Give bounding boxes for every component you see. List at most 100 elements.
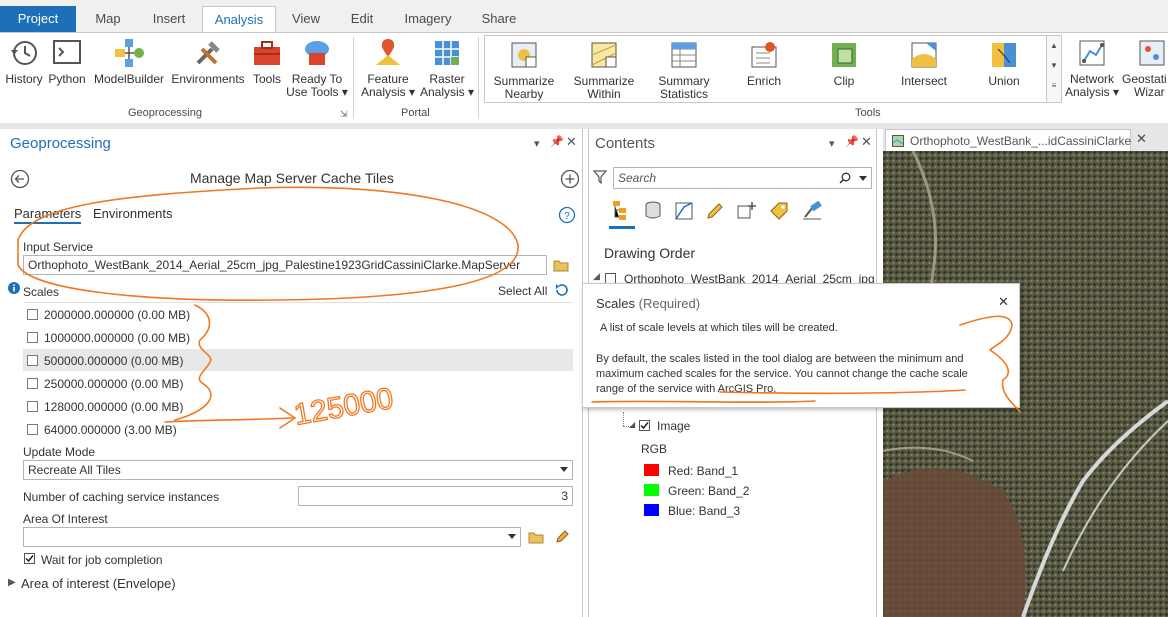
tab-environments[interactable]: Environments bbox=[93, 206, 172, 221]
list-by-selection-icon[interactable] bbox=[674, 201, 694, 221]
union-button[interactable]: Union bbox=[972, 39, 1036, 88]
summary-statistics-icon bbox=[671, 42, 697, 68]
geostatistical-wizard-button[interactable]: Geostati Wizar bbox=[1122, 37, 1168, 99]
tooltip-text: By default, the scales listed in the too… bbox=[596, 353, 964, 365]
list-item[interactable]: 64000.000000 (3.00 MB) bbox=[23, 418, 573, 441]
ready-to-use-tools-button[interactable]: Ready To Use Tools ▾ bbox=[286, 37, 348, 99]
image-sublayer-label[interactable]: Image bbox=[657, 419, 690, 433]
summarize-within-button[interactable]: Summarize Within bbox=[572, 39, 636, 101]
instances-input[interactable]: 3 bbox=[298, 486, 573, 506]
list-item[interactable]: 2000000.000000 (0.00 MB) bbox=[23, 303, 573, 326]
pane-menu-icon[interactable]: ▾ bbox=[829, 137, 835, 150]
scale-checkbox[interactable] bbox=[27, 424, 38, 435]
scroll-down-icon[interactable]: ▼ bbox=[1047, 56, 1061, 76]
gallery-scrollbar[interactable]: ▲ ▼ ≡ bbox=[1046, 35, 1062, 103]
close-icon[interactable]: ✕ bbox=[861, 134, 872, 150]
green-band-swatch[interactable] bbox=[644, 484, 659, 496]
help-icon[interactable]: ? bbox=[558, 206, 576, 224]
list-by-drawing-order-icon[interactable] bbox=[611, 199, 631, 221]
clip-icon bbox=[832, 43, 856, 67]
add-icon[interactable] bbox=[560, 169, 580, 189]
browse-folder-icon[interactable] bbox=[528, 530, 544, 544]
enrich-icon bbox=[751, 42, 777, 68]
list-item[interactable]: 500000.000000 (0.00 MB) bbox=[23, 349, 573, 372]
list-by-editing-icon[interactable] bbox=[705, 201, 725, 221]
pane-menu-icon[interactable]: ▾ bbox=[534, 137, 540, 150]
gallery-expand-icon[interactable]: ≡ bbox=[1047, 76, 1061, 96]
list-by-labeling-icon[interactable] bbox=[769, 201, 791, 221]
scale-checkbox[interactable] bbox=[27, 378, 38, 389]
contents-search-input[interactable]: Search bbox=[613, 167, 872, 189]
tab-analysis[interactable]: Analysis bbox=[202, 6, 276, 32]
map-tab-title: Orthophoto_WestBank_...idCassiniClarke bbox=[910, 134, 1132, 148]
tab-map[interactable]: Map bbox=[86, 6, 130, 32]
close-icon[interactable]: ✕ bbox=[566, 134, 577, 150]
browse-folder-icon[interactable] bbox=[553, 258, 569, 272]
input-service-field[interactable]: Orthophoto_WestBank_2014_Aerial_25cm_jpg… bbox=[23, 255, 547, 275]
image-visibility-checkbox[interactable] bbox=[639, 420, 650, 431]
scale-checkbox[interactable] bbox=[27, 332, 38, 343]
dialog-launcher-icon[interactable]: ⇲ bbox=[340, 109, 348, 120]
tab-parameters[interactable]: Parameters bbox=[14, 206, 82, 224]
list-by-snapping-icon[interactable] bbox=[736, 201, 758, 221]
network-analysis-button[interactable]: Network Analysis ▾ bbox=[1062, 37, 1122, 99]
list-item[interactable]: 1000000.000000 (0.00 MB) bbox=[23, 326, 573, 349]
aoi-select[interactable] bbox=[23, 527, 521, 547]
summary-statistics-button[interactable]: Summary Statistics bbox=[652, 39, 716, 101]
red-band-swatch[interactable] bbox=[644, 464, 659, 476]
environments-button[interactable]: Environments bbox=[168, 37, 248, 86]
tab-imagery[interactable]: Imagery bbox=[398, 6, 458, 32]
info-icon[interactable] bbox=[8, 282, 20, 294]
drawing-order-heading: Drawing Order bbox=[604, 245, 696, 261]
tools-button[interactable]: Tools bbox=[248, 37, 286, 86]
envelope-section-label[interactable]: Area of interest (Envelope) bbox=[21, 576, 176, 591]
clip-button[interactable]: Clip bbox=[812, 39, 876, 88]
tooltip-required-text: (Required) bbox=[638, 296, 701, 311]
python-button[interactable]: Python bbox=[46, 37, 88, 86]
tooltip-text: range of the service with ArcGIS Pro. bbox=[596, 383, 777, 395]
scale-checkbox[interactable] bbox=[27, 401, 38, 412]
pin-icon[interactable]: 📌 bbox=[550, 135, 564, 148]
list-by-perspective-imagery-icon[interactable] bbox=[801, 201, 823, 221]
expand-triangle-icon[interactable]: ◢ bbox=[629, 420, 635, 429]
reset-icon[interactable] bbox=[554, 282, 570, 298]
wait-checkbox[interactable] bbox=[24, 553, 35, 564]
blue-band-swatch[interactable] bbox=[644, 504, 659, 516]
scale-label: 250000.000000 (0.00 MB) bbox=[44, 377, 184, 391]
search-icon[interactable] bbox=[839, 172, 851, 184]
tooltip-title: Scales (Required) bbox=[596, 296, 700, 311]
list-item[interactable]: 128000.000000 (0.00 MB) bbox=[23, 395, 573, 418]
scroll-up-icon[interactable]: ▲ bbox=[1047, 36, 1061, 56]
list-item[interactable]: 250000.000000 (0.00 MB) bbox=[23, 372, 573, 395]
modelbuilder-icon bbox=[115, 39, 144, 67]
ribbon: History Python ModelBuilder Environments… bbox=[0, 32, 1168, 124]
summarize-nearby-button[interactable]: Summarize Nearby bbox=[492, 39, 556, 101]
update-mode-select[interactable]: Recreate All Tiles bbox=[23, 460, 573, 480]
tab-project[interactable]: Project bbox=[0, 6, 76, 32]
close-icon[interactable]: ✕ bbox=[1136, 131, 1147, 147]
history-button[interactable]: History bbox=[2, 37, 46, 86]
raster-analysis-button[interactable]: Raster Analysis ▾ bbox=[418, 37, 476, 99]
tab-share[interactable]: Share bbox=[474, 6, 524, 32]
intersect-button[interactable]: Intersect bbox=[892, 39, 956, 88]
pin-icon[interactable]: 📌 bbox=[845, 135, 859, 148]
select-all-link[interactable]: Select All bbox=[498, 284, 547, 298]
filter-icon[interactable] bbox=[593, 170, 607, 184]
feature-analysis-button[interactable]: Feature Analysis ▾ bbox=[358, 37, 418, 99]
tab-view[interactable]: View bbox=[284, 6, 328, 32]
python-window-icon bbox=[53, 40, 81, 64]
modelbuilder-button[interactable]: ModelBuilder bbox=[90, 37, 168, 86]
expand-triangle-icon[interactable]: ◢ bbox=[593, 271, 600, 282]
scale-checkbox[interactable] bbox=[27, 309, 38, 320]
pencil-icon[interactable] bbox=[554, 529, 570, 545]
scale-checkbox[interactable] bbox=[27, 355, 38, 366]
close-icon[interactable]: ✕ bbox=[998, 294, 1009, 310]
tab-insert[interactable]: Insert bbox=[142, 6, 196, 32]
chevron-right-icon[interactable]: ▶ bbox=[8, 577, 16, 588]
pane-title: Contents bbox=[595, 135, 656, 152]
enrich-button[interactable]: Enrich bbox=[732, 39, 796, 88]
list-by-source-icon[interactable] bbox=[643, 201, 663, 221]
back-arrow-icon[interactable] bbox=[10, 169, 30, 189]
map-view-tab[interactable]: Orthophoto_WestBank_...idCassiniClarke bbox=[885, 129, 1131, 152]
tab-edit[interactable]: Edit bbox=[342, 6, 382, 32]
